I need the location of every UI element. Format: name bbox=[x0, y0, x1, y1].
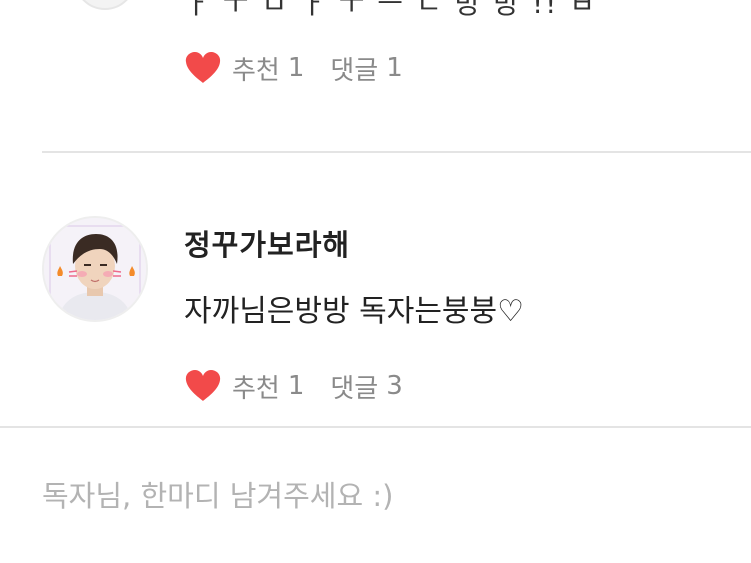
recommend-label[interactable]: 추천 bbox=[232, 50, 280, 87]
avatar[interactable] bbox=[74, 0, 136, 10]
comment-text: 자까님은방방 독자는붕붕♡ bbox=[184, 294, 525, 329]
comments-page: ㅏ ㅜ ㅁ ㅏ ㅜ ㅡ ㄴ 방 방 !! ㅂ 추천 1 댓글 1 정꾸가보라해 … bbox=[0, 0, 751, 563]
reply-label[interactable]: 댓글 bbox=[330, 368, 378, 405]
recommend-label[interactable]: 추천 bbox=[232, 368, 280, 405]
reply-count: 3 bbox=[386, 371, 403, 401]
reply-count: 1 bbox=[386, 53, 403, 83]
recommend-count: 1 bbox=[287, 371, 305, 401]
comment-author[interactable]: 정꾸가보라해 bbox=[184, 222, 350, 264]
recommend-count: 1 bbox=[287, 53, 305, 83]
reply-label[interactable]: 댓글 bbox=[330, 50, 378, 87]
comment-divider bbox=[42, 151, 751, 153]
heart-icon[interactable] bbox=[184, 369, 222, 403]
input-divider bbox=[0, 426, 751, 428]
comment-input[interactable] bbox=[42, 470, 722, 522]
avatar[interactable] bbox=[42, 216, 148, 322]
comment-text: ㅏ ㅜ ㅁ ㅏ ㅜ ㅡ ㄴ 방 방 !! ㅂ bbox=[184, 0, 598, 20]
comment-actions: 추천 1 댓글 3 bbox=[184, 366, 429, 406]
comment-actions: 추천 1 댓글 1 bbox=[184, 48, 429, 88]
heart-icon[interactable] bbox=[184, 51, 222, 85]
